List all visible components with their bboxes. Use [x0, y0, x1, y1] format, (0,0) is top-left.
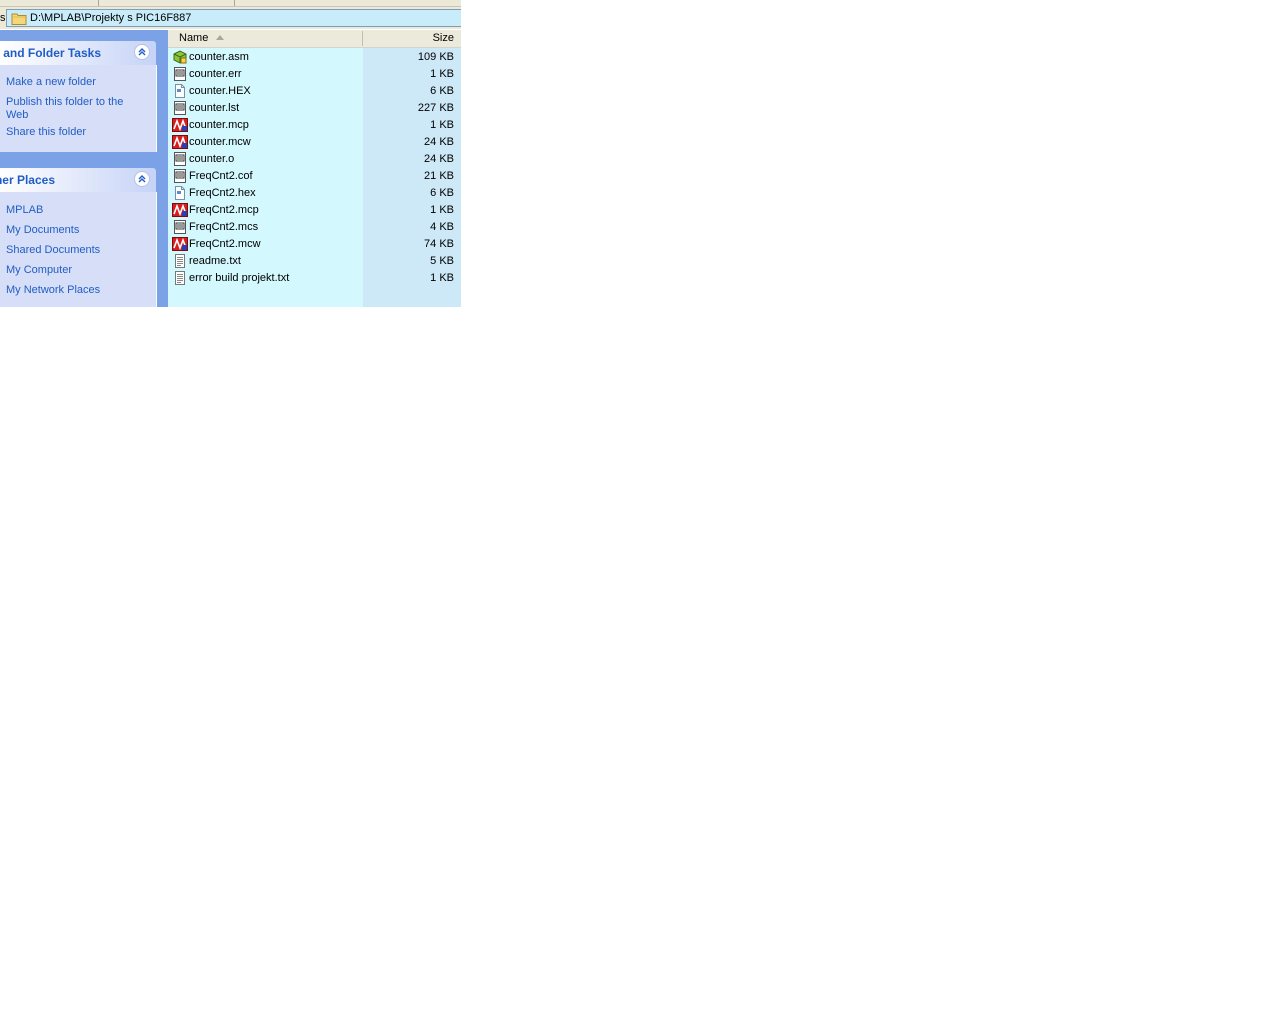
file-row[interactable]: counter.mcp 1 KB	[168, 117, 461, 134]
file-size: 109 KB	[417, 51, 454, 63]
file-size: 1 KB	[430, 68, 454, 80]
collapse-chevron-icon[interactable]	[134, 171, 150, 187]
toolbar-separator	[98, 0, 99, 6]
other-places-body: MPLAB My Documents Shared Documents My C…	[0, 192, 157, 307]
file-name: FreqCnt2.mcs	[189, 221, 259, 233]
file-name: readme.txt	[189, 255, 241, 267]
file-size: 74 KB	[424, 238, 454, 250]
file-row[interactable]: FreqCnt2.cof 21 KB	[168, 168, 461, 185]
hex-file-icon	[172, 185, 188, 201]
asm-file-icon	[172, 49, 188, 65]
file-list: Name Size counter.asm 109 KB counter.err 1 …	[168, 30, 461, 307]
generic-file-icon	[172, 151, 188, 167]
file-name: counter.o	[189, 153, 235, 165]
file-size: 4 KB	[430, 221, 454, 233]
file-row[interactable]: FreqCnt2.mcp 1 KB	[168, 202, 461, 219]
panel-title: e and Folder Tasks	[0, 46, 101, 60]
place-link-shared-documents[interactable]: Shared Documents	[6, 244, 100, 257]
mplab-file-icon	[172, 117, 188, 133]
address-bar: s D:\MPLAB\Projekty s PIC16F887	[0, 7, 461, 29]
file-folder-tasks-header[interactable]: e and Folder Tasks	[0, 41, 156, 65]
file-size: 1 KB	[430, 272, 454, 284]
file-row[interactable]: counter.lst 227 KB	[168, 100, 461, 117]
file-name: FreqCnt2.mcp	[189, 204, 259, 216]
place-link-mplab[interactable]: MPLAB	[6, 204, 43, 217]
file-size: 21 KB	[424, 170, 454, 182]
mplab-file-icon	[172, 134, 188, 150]
collapse-chevron-icon[interactable]	[134, 44, 150, 60]
toolbar-strip	[0, 0, 461, 7]
file-row[interactable]: counter.asm 109 KB	[168, 49, 461, 66]
generic-file-icon	[172, 66, 188, 82]
name-column-header[interactable]: Name	[179, 32, 208, 45]
file-name: counter.mcw	[189, 136, 251, 148]
publish-folder-link[interactable]: Publish this folder to the Web	[6, 96, 136, 122]
make-new-folder-link[interactable]: Make a new folder	[6, 76, 96, 89]
file-size: 6 KB	[430, 85, 454, 97]
address-label: s	[0, 12, 5, 24]
generic-file-icon	[172, 219, 188, 235]
task-pane: e and Folder Tasks Make a new folder Pub…	[0, 30, 168, 307]
panel-title: ner Places	[0, 173, 55, 187]
file-name: error build projekt.txt	[189, 272, 290, 284]
file-name: counter.mcp	[189, 119, 249, 131]
file-size: 1 KB	[430, 119, 454, 131]
file-name: FreqCnt2.cof	[189, 170, 253, 182]
file-size: 1 KB	[430, 204, 454, 216]
sort-ascending-icon	[216, 35, 224, 40]
generic-file-icon	[172, 168, 188, 184]
column-divider[interactable]	[362, 31, 363, 46]
generic-file-icon	[172, 100, 188, 116]
file-size: 24 KB	[424, 153, 454, 165]
file-row[interactable]: FreqCnt2.mcw 74 KB	[168, 236, 461, 253]
file-row[interactable]: counter.mcw 24 KB	[168, 134, 461, 151]
folder-icon	[11, 13, 27, 25]
file-size: 5 KB	[430, 255, 454, 267]
file-name: FreqCnt2.mcw	[189, 238, 261, 250]
file-row[interactable]: FreqCnt2.hex 6 KB	[168, 185, 461, 202]
mplab-file-icon	[172, 202, 188, 218]
place-link-my-computer[interactable]: My Computer	[6, 264, 72, 277]
file-row[interactable]: FreqCnt2.mcs 4 KB	[168, 219, 461, 236]
other-places-header[interactable]: ner Places	[0, 168, 156, 192]
toolbar-separator	[234, 0, 235, 6]
file-name: counter.asm	[189, 51, 249, 63]
file-name: FreqCnt2.hex	[189, 187, 256, 199]
address-field[interactable]: D:\MPLAB\Projekty s PIC16F887	[6, 9, 461, 27]
file-size: 6 KB	[430, 187, 454, 199]
file-size: 24 KB	[424, 136, 454, 148]
file-row[interactable]: readme.txt 5 KB	[168, 253, 461, 270]
hex-file-icon	[172, 83, 188, 99]
address-path: D:\MPLAB\Projekty s PIC16F887	[30, 12, 192, 24]
file-name: counter.err	[189, 68, 242, 80]
file-row[interactable]: error build projekt.txt 1 KB	[168, 270, 461, 287]
column-header: Name Size	[168, 30, 461, 48]
place-link-my-documents[interactable]: My Documents	[6, 224, 79, 237]
text-file-icon	[172, 270, 188, 286]
file-name: counter.lst	[189, 102, 240, 114]
file-row[interactable]: counter.o 24 KB	[168, 151, 461, 168]
file-size: 227 KB	[417, 102, 454, 114]
text-file-icon	[172, 253, 188, 269]
explorer-window: s D:\MPLAB\Projekty s PIC16F887 e and Fo…	[0, 0, 461, 307]
size-column-header[interactable]: Size	[433, 32, 454, 45]
file-row[interactable]: counter.HEX 6 KB	[168, 83, 461, 100]
place-link-my-network-places[interactable]: My Network Places	[6, 284, 100, 297]
file-name: counter.HEX	[189, 85, 251, 97]
share-folder-link[interactable]: Share this folder	[6, 126, 86, 139]
file-folder-tasks-body: Make a new folder Publish this folder to…	[0, 65, 157, 152]
mplab-file-icon	[172, 236, 188, 252]
file-row[interactable]: counter.err 1 KB	[168, 66, 461, 83]
